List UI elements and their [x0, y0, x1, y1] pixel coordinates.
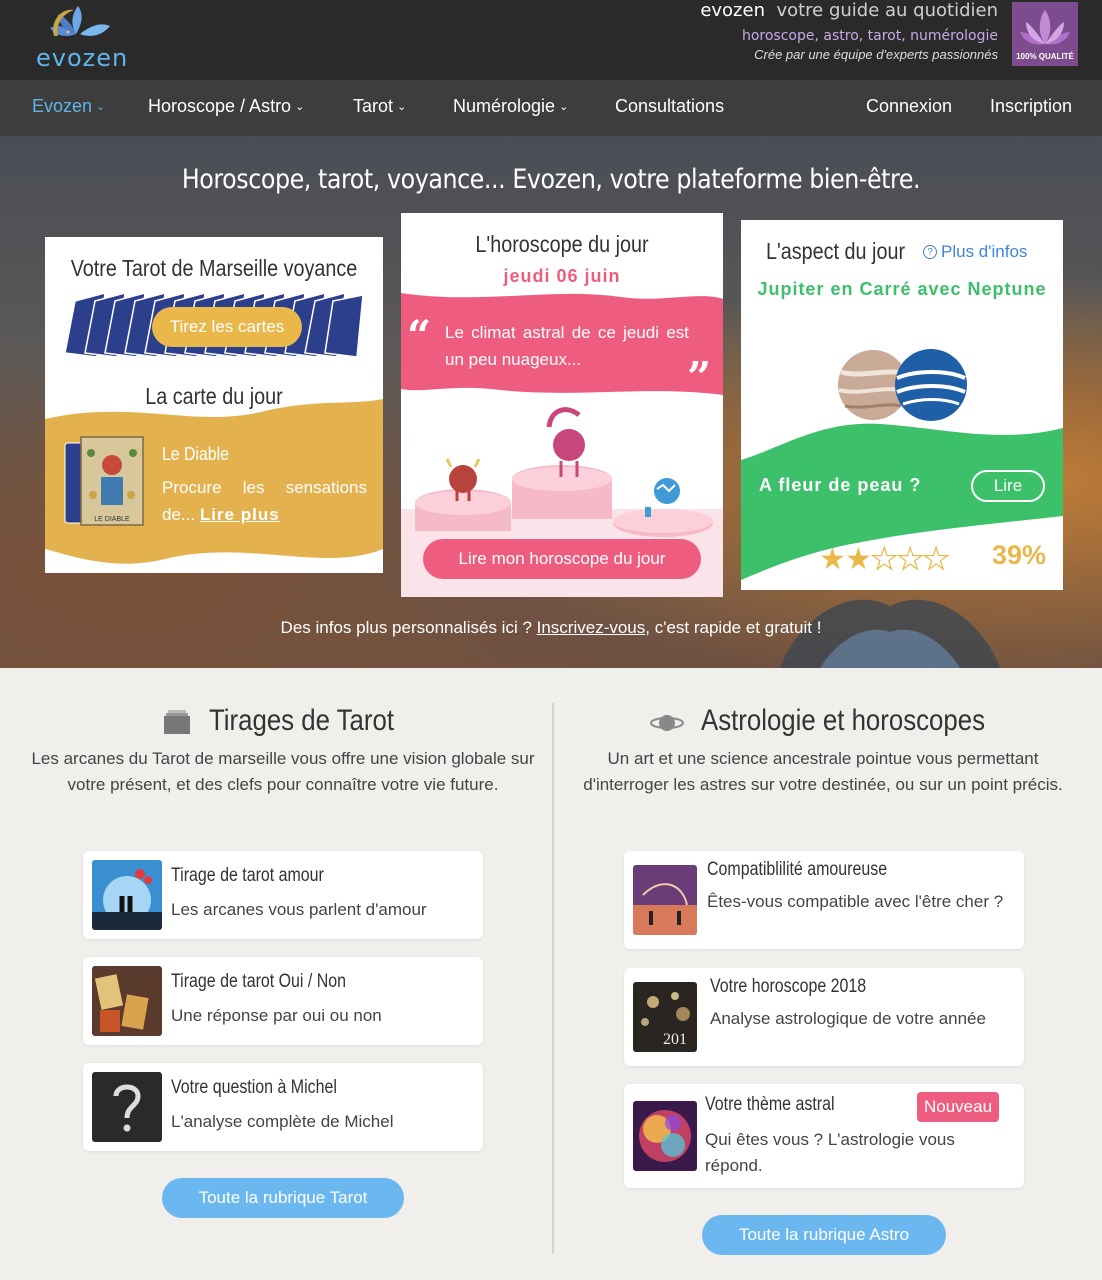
signup-link[interactable]: Inscription — [990, 96, 1072, 117]
item-desc: L'analyse complète de Michel — [171, 1112, 394, 1131]
tagline-rest: votre guide au quotidien — [776, 0, 998, 21]
section-divider — [552, 703, 554, 1254]
tagline-brand: evozen — [700, 0, 765, 21]
tarot-section-description: Les arcanes du Tarot de marseille vous o… — [31, 749, 535, 794]
horoscope-quote: Le climat astral de ce jeudi est un peu … — [445, 323, 689, 369]
more-info-link[interactable]: ? Plus d'infos — [923, 242, 1027, 262]
star-filled-icon: ★ — [819, 543, 846, 576]
astro-section-description: Un art et une science ancestrale pointue… — [583, 749, 1063, 794]
main-nav: Evozen ⌄ Horoscope / Astro ⌄ Tarot ⌄ Numéro… — [0, 80, 1102, 136]
astral-theme-thumbnail — [633, 1101, 697, 1171]
thumbnail-year-text: 201 — [663, 1031, 687, 1048]
astro-section-button[interactable]: Toute la rubrique Astro — [702, 1215, 946, 1255]
yes-no-tarot-thumbnail — [92, 966, 162, 1036]
rating-stars: ★★★★★ — [819, 542, 950, 577]
hero-foot-text-after: , c'est rapide et gratuit ! — [645, 618, 822, 637]
star-empty-icon: ★ — [922, 542, 950, 576]
cards-icon — [164, 710, 190, 734]
item-title: Compatiblilité amoureuse — [707, 859, 888, 880]
le-diable-card-label: LE DIABLE — [94, 516, 130, 523]
item-desc: Les arcanes vous parlent d'amour — [171, 900, 427, 919]
chevron-down-icon: ⌄ — [559, 101, 569, 113]
horoscope-card: L'horoscope du jour jeudi 06 juin “ Le c… — [401, 213, 723, 597]
star-empty-icon: ★ — [870, 542, 898, 576]
star-empty-icon: ★ — [896, 542, 924, 576]
item-title: Votre question à Michel — [171, 1077, 337, 1098]
item-desc: Une réponse par oui ou non — [171, 1006, 382, 1025]
daily-card-name: Le Diable — [162, 444, 229, 464]
horoscope-date: jeudi 06 juin — [503, 266, 621, 286]
compatibility-thumbnail — [633, 865, 697, 935]
nav-evozen[interactable]: Evozen ⌄ — [32, 96, 105, 117]
astro-item-horoscope-2018[interactable]: 201 Votre horoscope 2018 Analyse astrolo… — [624, 968, 1024, 1066]
item-title: Votre horoscope 2018 — [710, 976, 867, 997]
chevron-down-icon: ⌄ — [295, 101, 305, 113]
rating-percent: 39% — [992, 540, 1047, 570]
tarot-card-title: Votre Tarot de Marseille voyance — [70, 255, 358, 281]
new-badge: Nouveau — [917, 1092, 1000, 1122]
love-tarot-thumbnail — [92, 860, 162, 930]
item-title: Votre thème astral — [705, 1094, 835, 1115]
top-header: evozen evozen votre guide au quotidien h… — [0, 0, 1102, 80]
astro-item-compatibilite[interactable]: Compatiblilité amoureuse Êtes-vous compa… — [624, 851, 1024, 949]
nav-label: Numérologie — [453, 96, 556, 116]
tarot-item-amour[interactable]: Tirage de tarot amour Les arcanes vous p… — [83, 851, 483, 939]
tagline: evozen votre guide au quotidien — [700, 0, 998, 21]
star-filled-icon: ★ — [844, 543, 872, 576]
tarot-card: Votre Tarot de Marseille voyance Tirez l… — [45, 237, 383, 573]
more-info-label: Plus d'infos — [941, 242, 1028, 261]
planet-icon — [650, 715, 684, 731]
read-horoscope-button[interactable]: Lire mon horoscope du jour — [423, 539, 701, 579]
aspect-name: Jupiter en Carré avec Neptune — [757, 279, 1047, 299]
tarot-item-oui-non[interactable]: Tirage de tarot Oui / Non Une réponse pa… — [83, 957, 483, 1045]
daily-card-description: Procure les sensations de... Lire plus — [162, 474, 367, 528]
nav-label: Evozen — [32, 96, 93, 116]
login-link[interactable]: Connexion — [866, 96, 952, 117]
astro-section-title: Astrologie et horoscopes — [701, 704, 985, 737]
hero-signup-prompt: Des infos plus personnalisés ici ? Inscr… — [0, 618, 1102, 638]
nav-consultations[interactable]: Consultations — [615, 96, 724, 117]
chevron-down-icon: ⌄ — [397, 101, 407, 113]
tagline-topics: horoscope, astro, tarot, numérologie — [741, 28, 998, 44]
chevron-down-icon: ⌄ — [96, 101, 106, 113]
nav-label: Tarot — [353, 96, 394, 116]
aspect-card: L'aspect du jour ? Plus d'infos Jupiter e… — [741, 220, 1063, 590]
item-title: Tirage de tarot Oui / Non — [171, 971, 347, 992]
hero-banner: Horoscope, tarot, voyance... Evozen, vot… — [0, 136, 1102, 668]
logo-text: evozen — [36, 44, 129, 72]
quality-badge-text: 100% QUALITÉ — [1016, 52, 1074, 61]
item-desc: Analyse astrologique de votre année — [710, 1009, 986, 1028]
tarot-item-question-michel[interactable]: Votre question à Michel L'analyse complè… — [83, 1063, 483, 1151]
draw-cards-button[interactable]: Tirez les cartes — [152, 307, 302, 347]
astro-item-theme-astral[interactable]: Votre thème astral Nouveau Qui êtes vous… — [624, 1084, 1024, 1188]
aspect-headline: A fleur de peau ? — [759, 475, 922, 495]
tagline-subtitle: Crée par une équipe d'experts passionnés — [754, 47, 998, 62]
close-quote-icon: ” — [687, 353, 712, 402]
open-quote-icon: “ — [407, 311, 432, 360]
nav-numerologie[interactable]: Numérologie ⌄ — [453, 96, 568, 117]
read-more-link[interactable]: Lire plus — [200, 505, 280, 524]
le-diable-card-image: LE DIABLE — [64, 436, 144, 526]
hero-title: Horoscope, tarot, voyance... Evozen, vot… — [181, 164, 921, 195]
signup-inline-link[interactable]: Inscrivez-vous — [537, 618, 646, 637]
nav-tarot[interactable]: Tarot ⌄ — [353, 96, 406, 117]
item-desc: Êtes-vous compatible avec l'être cher ? — [707, 892, 1004, 911]
nav-horoscope-astro[interactable]: Horoscope / Astro ⌄ — [148, 96, 304, 117]
item-desc: Qui êtes vous ? L'astrologie vous répond… — [705, 1130, 955, 1175]
horoscope-card-title: L'horoscope du jour — [475, 231, 649, 257]
horoscope-2018-thumbnail: 201 — [633, 982, 697, 1052]
planets-image — [838, 349, 967, 421]
hero-foot-text-before: Des infos plus personnalisés ici ? — [280, 618, 537, 637]
item-title: Tirage de tarot amour — [171, 865, 324, 886]
tarot-section-title: Tirages de Tarot — [209, 704, 395, 737]
read-aspect-button[interactable]: Lire — [971, 470, 1045, 502]
aspect-card-title: L'aspect du jour — [766, 238, 906, 264]
help-icon: ? — [923, 245, 937, 259]
tarot-section-button[interactable]: Toute la rubrique Tarot — [162, 1178, 404, 1218]
nav-label: Horoscope / Astro — [148, 96, 292, 116]
question-mark-thumbnail — [92, 1072, 162, 1142]
